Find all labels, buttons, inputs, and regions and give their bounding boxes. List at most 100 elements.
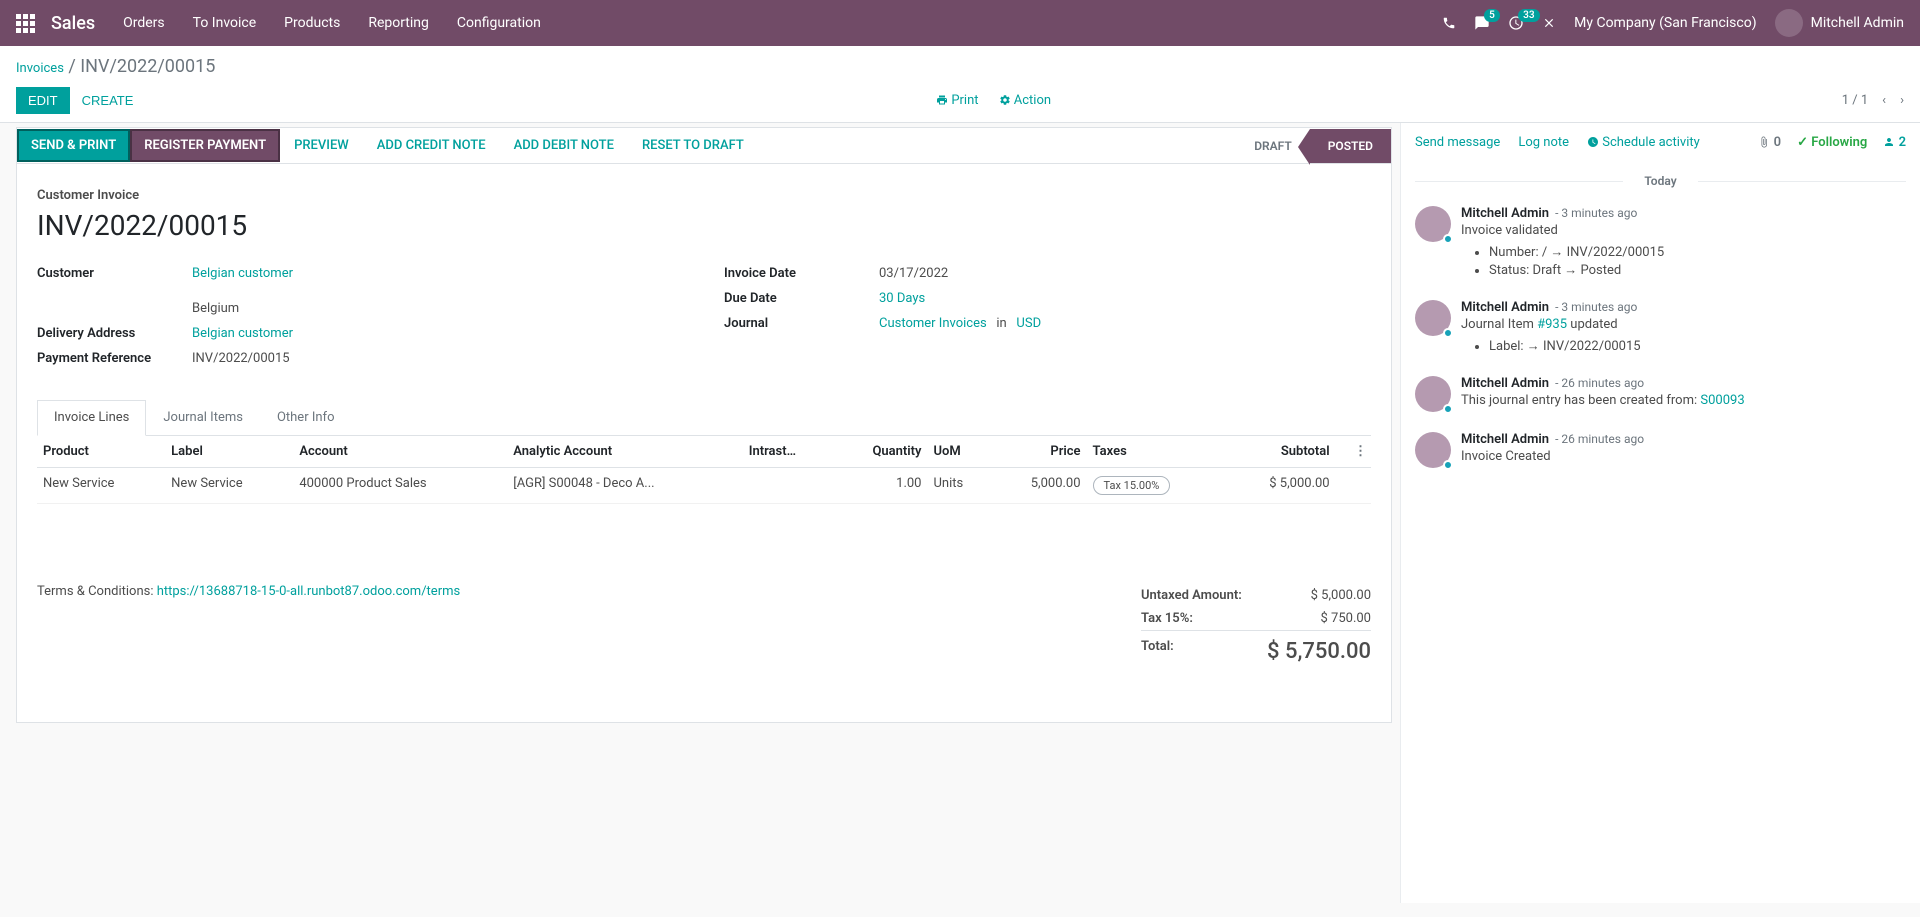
control-bar: Invoices / INV/2022/00015 EDIT CREATE Pr…: [0, 46, 1920, 123]
apps-icon[interactable]: [16, 14, 35, 33]
breadcrumb-root[interactable]: Invoices: [16, 61, 64, 76]
chatter-message: Mitchell Admin- 26 minutes ago This jour…: [1401, 366, 1920, 422]
msg-author: Mitchell Admin: [1461, 300, 1549, 315]
msg-time: - 26 minutes ago: [1555, 432, 1644, 446]
msg-bullet: Number: / → INV/2022/00015: [1489, 244, 1906, 260]
reset-to-draft-button[interactable]: RESET TO DRAFT: [628, 129, 758, 162]
edit-button[interactable]: EDIT: [16, 87, 70, 114]
company-selector[interactable]: My Company (San Francisco): [1574, 15, 1756, 31]
avatar-icon: [1415, 376, 1451, 412]
status-bar: SEND & PRINT REGISTER PAYMENT PREVIEW AD…: [16, 127, 1392, 163]
attachment-count[interactable]: 0: [1758, 135, 1781, 150]
pager-next[interactable]: ›: [1900, 93, 1904, 108]
debug-icon[interactable]: [1542, 16, 1556, 30]
chatter: Send message Log note Schedule activity …: [1400, 123, 1920, 903]
add-credit-note-button[interactable]: ADD CREDIT NOTE: [363, 129, 500, 162]
chatter-message: Mitchell Admin- 3 minutes ago Journal It…: [1401, 290, 1920, 366]
phone-icon[interactable]: [1442, 16, 1456, 30]
msg-text: Invoice validated: [1461, 223, 1906, 238]
send-message-button[interactable]: Send message: [1415, 135, 1500, 150]
activities-badge: 33: [1518, 9, 1539, 22]
terms-link[interactable]: https://13688718-15-0-all.runbot87.odoo.…: [157, 584, 461, 599]
cell-intrastat: [743, 468, 834, 504]
cell-price: 5,000.00: [992, 468, 1087, 504]
user-menu[interactable]: Mitchell Admin: [1775, 9, 1904, 37]
menu-reporting[interactable]: Reporting: [368, 15, 429, 31]
col-quantity[interactable]: Quantity: [834, 436, 928, 468]
chatter-message: Mitchell Admin- 26 minutes ago Invoice C…: [1401, 422, 1920, 478]
tab-other-info[interactable]: Other Info: [260, 400, 352, 435]
add-debit-note-button[interactable]: ADD DEBIT NOTE: [500, 129, 628, 162]
tax-value: $ 750.00: [1321, 611, 1372, 626]
col-options-icon[interactable]: ⋮: [1336, 436, 1371, 468]
msg-bullet: Label: → INV/2022/00015: [1489, 338, 1906, 354]
journal-item-link[interactable]: #935: [1537, 317, 1567, 332]
stage-posted[interactable]: POSTED: [1310, 129, 1391, 163]
avatar-icon: [1415, 432, 1451, 468]
app-brand[interactable]: Sales: [51, 13, 95, 34]
col-label[interactable]: Label: [165, 436, 293, 468]
breadcrumb: Invoices / INV/2022/00015: [16, 56, 1904, 77]
schedule-activity-button[interactable]: Schedule activity: [1587, 135, 1700, 150]
follower-count[interactable]: 2: [1883, 135, 1906, 150]
col-account[interactable]: Account: [293, 436, 507, 468]
msg-time: - 26 minutes ago: [1555, 376, 1644, 390]
messages-icon[interactable]: 5: [1474, 15, 1490, 31]
form-title: INV/2022/00015: [37, 209, 1371, 242]
cell-product: New Service: [37, 468, 165, 504]
register-payment-button[interactable]: REGISTER PAYMENT: [130, 129, 280, 162]
table-row[interactable]: New Service New Service 400000 Product S…: [37, 468, 1371, 504]
breadcrumb-current: INV/2022/00015: [80, 56, 215, 77]
create-button[interactable]: CREATE: [70, 87, 146, 114]
currency-link[interactable]: USD: [1016, 316, 1041, 331]
menu-orders[interactable]: Orders: [123, 15, 165, 31]
customer-link[interactable]: Belgian customer: [192, 266, 293, 281]
log-note-button[interactable]: Log note: [1518, 135, 1569, 150]
pager-prev[interactable]: ‹: [1882, 93, 1886, 108]
cell-qty: 1.00: [834, 468, 928, 504]
due-date-label: Due Date: [724, 291, 879, 306]
action-button[interactable]: Action: [999, 93, 1052, 108]
col-subtotal[interactable]: Subtotal: [1224, 436, 1335, 468]
chatter-today-separator: Today: [1401, 174, 1920, 188]
send-print-button[interactable]: SEND & PRINT: [17, 129, 130, 162]
col-price[interactable]: Price: [992, 436, 1087, 468]
tab-invoice-lines[interactable]: Invoice Lines: [37, 400, 146, 436]
due-date-link[interactable]: 30 Days: [879, 291, 925, 306]
msg-time: - 3 minutes ago: [1555, 206, 1637, 220]
top-menu: Orders To Invoice Products Reporting Con…: [123, 15, 541, 31]
user-name: Mitchell Admin: [1811, 15, 1904, 31]
delivery-link[interactable]: Belgian customer: [192, 326, 293, 341]
tab-journal-items[interactable]: Journal Items: [146, 400, 260, 435]
print-button[interactable]: Print: [936, 93, 978, 108]
payref-label: Payment Reference: [37, 351, 192, 366]
col-intrastat[interactable]: Intrast…: [743, 436, 834, 468]
cell-taxes: Tax 15.00%: [1087, 468, 1225, 504]
msg-text: This journal entry has been created from…: [1461, 393, 1906, 408]
msg-bullet: Status: Draft → Posted: [1489, 262, 1906, 278]
msg-time: - 3 minutes ago: [1555, 300, 1637, 314]
menu-to-invoice[interactable]: To Invoice: [193, 15, 257, 31]
col-taxes[interactable]: Taxes: [1087, 436, 1225, 468]
msg-author: Mitchell Admin: [1461, 432, 1549, 447]
total-label: Total:: [1141, 639, 1174, 664]
col-analytic[interactable]: Analytic Account: [507, 436, 742, 468]
preview-button[interactable]: PREVIEW: [280, 129, 363, 162]
source-order-link[interactable]: S00093: [1700, 393, 1744, 408]
customer-label: Customer: [37, 266, 192, 281]
col-uom[interactable]: UoM: [928, 436, 992, 468]
avatar-icon: [1775, 9, 1803, 37]
tax-label: Tax 15%:: [1141, 611, 1193, 626]
avatar-icon: [1415, 206, 1451, 242]
chatter-message: Mitchell Admin- 3 minutes ago Invoice va…: [1401, 196, 1920, 290]
cell-subtotal: $ 5,000.00: [1224, 468, 1335, 504]
menu-products[interactable]: Products: [284, 15, 340, 31]
form-sheet: Customer Invoice INV/2022/00015 Customer…: [16, 163, 1392, 723]
messages-badge: 5: [1484, 9, 1500, 22]
top-nav: Sales Orders To Invoice Products Reporti…: [0, 0, 1920, 46]
journal-link[interactable]: Customer Invoices: [879, 316, 987, 331]
menu-configuration[interactable]: Configuration: [457, 15, 541, 31]
following-button[interactable]: ✓ Following: [1797, 135, 1867, 150]
col-product[interactable]: Product: [37, 436, 165, 468]
activities-icon[interactable]: 33: [1508, 15, 1524, 31]
